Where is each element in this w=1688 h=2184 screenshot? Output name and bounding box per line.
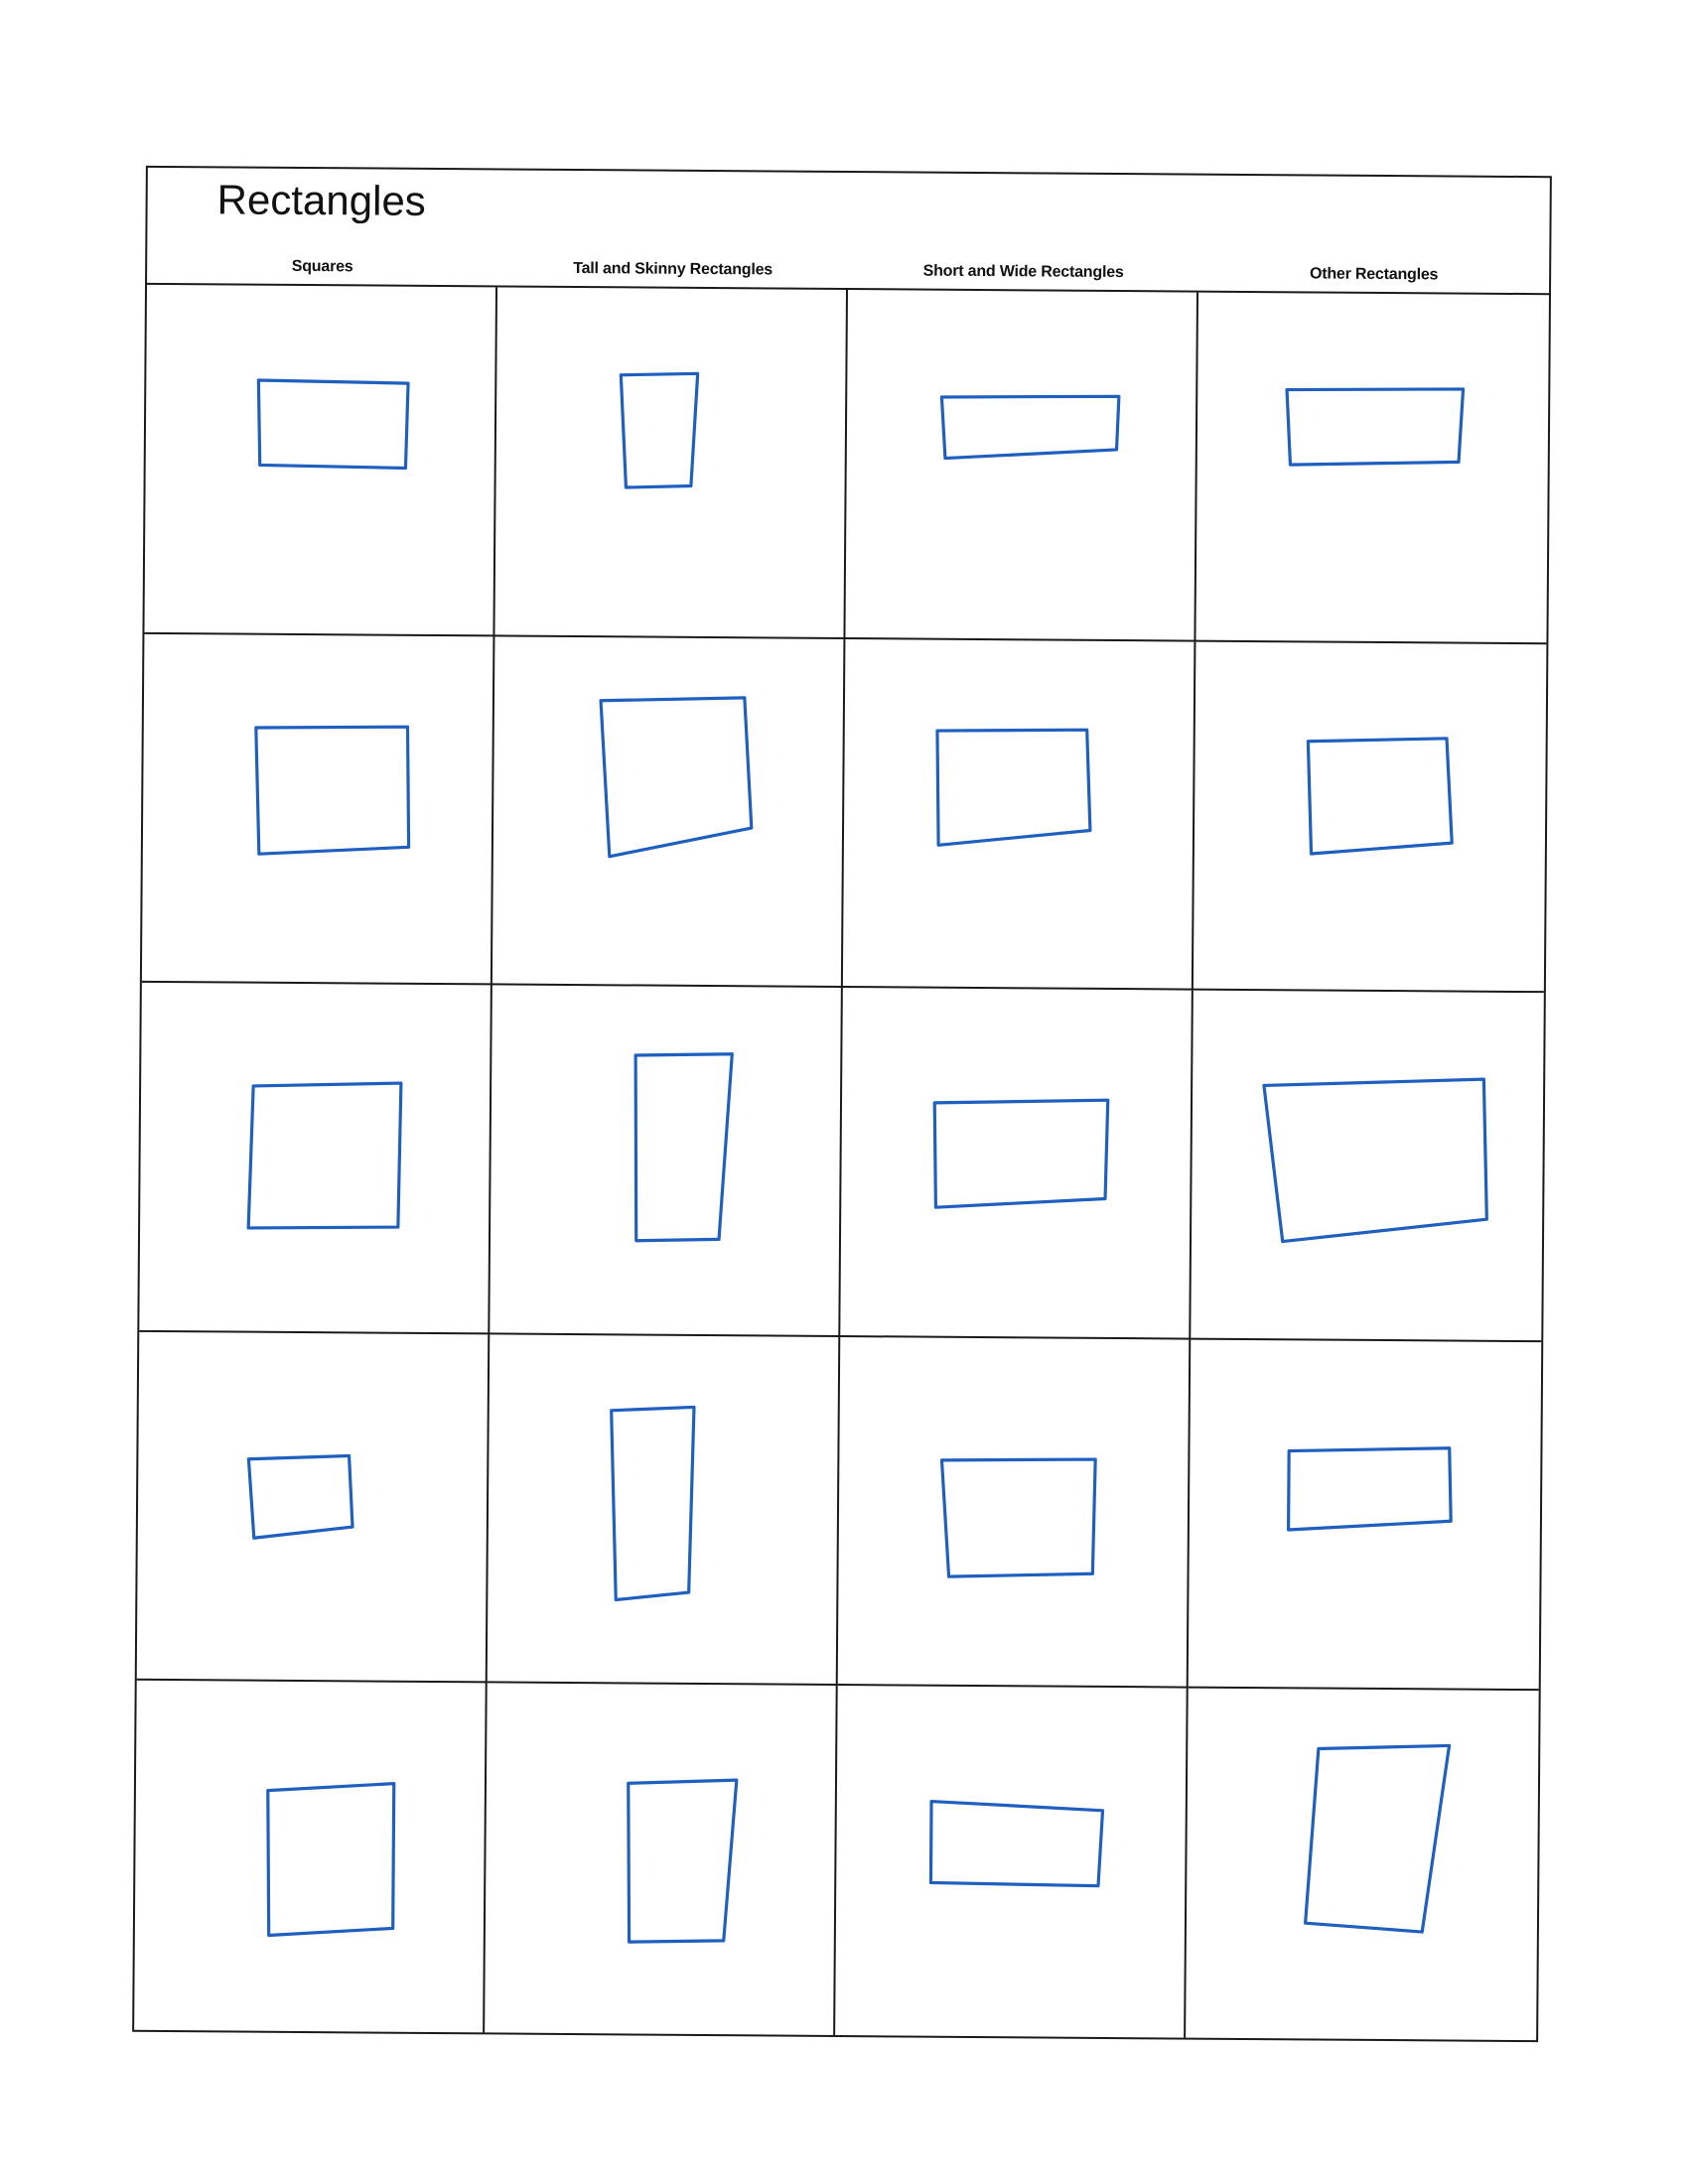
hand-drawn-rectangle (266, 1782, 396, 1938)
cell-short-wide-row-5 (835, 1686, 1189, 2038)
hand-drawn-rectangle (1306, 736, 1454, 856)
worksheet-header: Rectangles Squares Tall and Skinny Recta… (147, 167, 1550, 296)
drawing-canvas (928, 1800, 1105, 1888)
drawing-canvas (932, 1098, 1110, 1209)
hand-drawn-rectangle (610, 1405, 696, 1601)
drawing-canvas (1304, 1744, 1452, 1935)
drawing-canvas (935, 728, 1092, 847)
cell-short-wide-row-3 (840, 988, 1194, 1340)
column-heading-short-wide: Short and Wide Rectangles (922, 262, 1124, 282)
worksheet: Rectangles Squares Tall and Skinny Recta… (132, 165, 1552, 2043)
drawing-canvas (627, 1778, 739, 1945)
worksheet-title: Rectangles (216, 176, 426, 224)
drawing-canvas (246, 1081, 403, 1230)
cell-squares-row-1 (144, 284, 498, 637)
hand-drawn-rectangle (935, 728, 1092, 847)
drawing-canvas (619, 371, 700, 489)
cell-squares-row-2 (141, 633, 495, 986)
cell-short-wide-row-2 (842, 638, 1196, 991)
drawing-canvas (266, 1782, 396, 1938)
drawing-canvas (599, 695, 754, 858)
drawing-canvas (1286, 1445, 1453, 1532)
drawing-canvas (246, 1453, 354, 1540)
cell-other-row-2 (1193, 641, 1547, 994)
column-heading-squares: Squares (291, 257, 353, 276)
hand-drawn-rectangle (1285, 387, 1466, 467)
drawing-grid (134, 284, 1549, 2040)
column-heading-tall-skinny: Tall and Skinny Rectangles (573, 259, 774, 279)
hand-drawn-rectangle (928, 1800, 1105, 1888)
cell-tall-skinny-row-2 (492, 636, 846, 989)
hand-drawn-rectangle (633, 1052, 734, 1243)
cell-squares-row-3 (139, 983, 492, 1335)
drawing-canvas (256, 378, 410, 471)
column-heading-other: Other Rectangles (1309, 265, 1439, 284)
hand-drawn-rectangle (246, 1453, 354, 1540)
cell-squares-row-4 (136, 1331, 491, 1684)
cell-other-row-3 (1191, 990, 1544, 1342)
drawing-canvas (610, 1405, 696, 1601)
cell-short-wide-row-1 (845, 290, 1199, 642)
cell-other-row-1 (1196, 292, 1549, 644)
drawing-canvas (1306, 736, 1454, 856)
drawing-canvas (254, 725, 411, 856)
cell-tall-skinny-row-4 (487, 1334, 841, 1687)
drawing-canvas (939, 1457, 1097, 1578)
column-headings: Squares Tall and Skinny Rectangles Short… (147, 257, 1549, 285)
cell-other-row-5 (1186, 1689, 1539, 2040)
cell-short-wide-row-4 (837, 1336, 1192, 1689)
drawing-canvas (1262, 1077, 1488, 1244)
hand-drawn-rectangle (246, 1081, 403, 1230)
cell-tall-skinny-row-5 (485, 1683, 838, 2035)
drawing-canvas (939, 394, 1121, 461)
hand-drawn-rectangle (1286, 1445, 1453, 1532)
hand-drawn-rectangle (627, 1778, 739, 1945)
hand-drawn-rectangle (1304, 1744, 1452, 1935)
cell-tall-skinny-row-1 (494, 287, 849, 639)
hand-drawn-rectangle (256, 378, 410, 471)
hand-drawn-rectangle (939, 1457, 1097, 1578)
cell-other-row-4 (1188, 1339, 1542, 1692)
drawing-canvas (633, 1052, 734, 1243)
hand-drawn-rectangle (1262, 1077, 1488, 1244)
cell-tall-skinny-row-3 (490, 985, 843, 1337)
drawing-canvas (1285, 387, 1466, 467)
hand-drawn-rectangle (939, 394, 1121, 461)
hand-drawn-rectangle (932, 1098, 1110, 1209)
hand-drawn-rectangle (599, 695, 754, 858)
cell-squares-row-5 (134, 1681, 488, 2033)
hand-drawn-rectangle (254, 725, 411, 856)
hand-drawn-rectangle (619, 371, 700, 489)
